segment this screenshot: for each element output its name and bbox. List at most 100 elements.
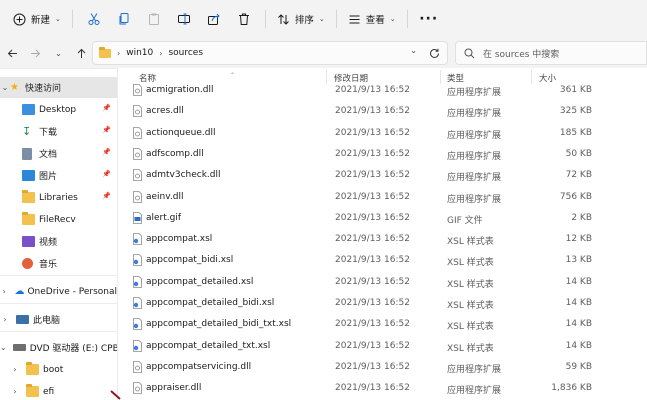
star-icon: ★ <box>10 82 19 93</box>
file-size: 13 KB <box>565 255 592 266</box>
sidebar-item-videos[interactable]: 视频 <box>0 231 117 252</box>
search-placeholder: 在 sources 中搜索 <box>483 49 560 60</box>
dll-icon <box>132 126 143 139</box>
file-row[interactable]: appcompat_bidi.xsl 2021/9/13 16:52 XSL 样式表… <box>118 250 647 271</box>
chevron-right-icon[interactable]: › <box>0 287 8 296</box>
file-size: 14 KB <box>565 340 592 351</box>
copy-button[interactable] <box>109 6 139 32</box>
breadcrumb-sources[interactable]: sources <box>168 48 203 58</box>
desktop-folder-icon <box>22 104 35 115</box>
chevron-right-icon[interactable]: › <box>10 387 20 396</box>
file-row[interactable]: appcompatservicing.dll 2021/9/13 16:52 应用程… <box>118 357 647 378</box>
back-button[interactable] <box>1 41 24 65</box>
sidebar-item-label: 下载 <box>39 128 58 138</box>
pin-icon: 📌 <box>102 148 111 156</box>
file-row[interactable]: appcompat_detailed.xsl 2021/9/13 16:52 XSL… <box>118 272 647 293</box>
up-button[interactable] <box>70 41 93 65</box>
view-button[interactable]: 查看 ⌄ <box>343 6 401 32</box>
sidebar-item-filerecv[interactable]: FileRecv <box>0 209 117 230</box>
chevron-down-icon: ⌄ <box>55 15 61 23</box>
sidebar-item-label: boot <box>43 364 64 375</box>
dll-icon <box>132 147 143 160</box>
paste-button[interactable] <box>139 6 169 32</box>
sidebar-item-music[interactable]: 音乐 <box>0 253 117 274</box>
address-history-chevron-icon[interactable]: ⌄ <box>410 46 417 55</box>
file-row[interactable]: appcompat_detailed_txt.xsl 2021/9/13 16:5… <box>118 336 647 357</box>
file-name: acres.dll <box>146 106 184 117</box>
sidebar-item-documents[interactable]: 文档 📌 <box>0 143 117 164</box>
download-icon: ↧ <box>22 125 32 138</box>
sidebar-item-boot[interactable]: › boot <box>0 359 117 380</box>
delete-button[interactable] <box>229 6 259 32</box>
search-input[interactable]: 在 sources 中搜索 <box>455 41 647 65</box>
dll-icon <box>132 105 143 118</box>
file-name: alert.gif <box>146 212 182 223</box>
file-row[interactable]: admtv3check.dll 2021/9/13 16:52 应用程序扩展 72 K… <box>118 165 647 186</box>
refresh-button[interactable] <box>426 45 442 61</box>
sort-button[interactable]: 排序 ⌄ <box>272 6 330 32</box>
file-name: appcompatservicing.dll <box>146 361 252 372</box>
file-size: 756 KB <box>559 191 592 202</box>
folder-icon <box>22 212 35 225</box>
sidebar-item-libraries[interactable]: Libraries 📌 <box>0 187 117 208</box>
file-type: 应用程序扩展 <box>447 386 502 397</box>
breadcrumb-win10[interactable]: win10 <box>126 48 153 58</box>
sidebar-item-onedrive[interactable]: › ☁ OneDrive - Personal <box>0 281 117 302</box>
file-name: actionqueue.dll <box>146 127 216 138</box>
folder-icon <box>26 384 39 397</box>
file-row[interactable]: appcompat_detailed_bidi_txt.xsl 2021/9/13… <box>118 314 647 335</box>
more-options-button[interactable]: ··· <box>414 6 444 32</box>
sidebar-divider <box>0 275 117 276</box>
dll-icon <box>132 190 143 203</box>
toolbar-divider <box>406 10 408 28</box>
share-button[interactable] <box>199 6 229 32</box>
recent-locations-button[interactable]: ⌄ <box>47 41 70 65</box>
file-row[interactable]: acres.dll 2021/9/13 16:52 应用程序扩展 325 KB <box>118 101 647 122</box>
plus-circle-icon <box>13 13 26 25</box>
sidebar-item-dvd-drive[interactable]: ⌄ DVD 驱动器 (E:) CPBA <box>0 337 117 358</box>
new-button[interactable]: 新建 ⌄ <box>8 6 66 32</box>
address-bar[interactable]: › win10 › sources ⌄ <box>92 41 448 65</box>
sidebar-item-desktop[interactable]: Desktop 📌 <box>0 99 117 120</box>
file-name: appcompat_detailed_bidi.xsl <box>146 298 275 308</box>
file-date: 2021/9/13 16:52 <box>335 234 410 245</box>
folder-icon <box>99 46 111 58</box>
refresh-icon <box>429 48 439 58</box>
file-row[interactable]: acmigration.dll 2021/9/13 16:52 应用程序扩展 361 … <box>118 80 647 101</box>
file-row[interactable]: appraiser.dll 2021/9/13 16:52 应用程序扩展 1,836 … <box>118 378 647 399</box>
arrow-right-icon <box>31 49 41 57</box>
file-row[interactable]: adfscomp.dll 2021/9/13 16:52 应用程序扩展 50 KB <box>118 144 647 165</box>
file-name: appraiser.dll <box>146 383 202 394</box>
file-date: 2021/9/13 16:52 <box>335 361 410 372</box>
file-name: admtv3check.dll <box>146 170 221 181</box>
cut-button[interactable] <box>79 6 109 32</box>
file-type: 应用程序扩展 <box>447 173 502 184</box>
dvd-drive-icon <box>12 344 26 351</box>
chevron-right-icon[interactable]: › <box>0 315 10 324</box>
sidebar-item-this-pc[interactable]: › 此电脑 <box>0 309 117 330</box>
sidebar-item-pictures[interactable]: 图片 📌 <box>0 165 117 186</box>
file-date: 2021/9/13 16:52 <box>335 212 410 223</box>
file-row[interactable]: alert.gif 2021/9/13 16:52 GIF 文件 2 KB <box>118 208 647 229</box>
rename-button[interactable] <box>169 6 199 32</box>
file-row[interactable]: aeinv.dll 2021/9/13 16:52 应用程序扩展 756 KB <box>118 187 647 208</box>
file-size: 2 KB <box>571 212 592 223</box>
sidebar-item-efi[interactable]: › efi <box>0 381 117 400</box>
file-row[interactable]: actionqueue.dll 2021/9/13 16:52 应用程序扩展 185 … <box>118 123 647 144</box>
file-row[interactable]: appcompat.xsl 2021/9/13 16:52 XSL 样式表 12 KB <box>118 229 647 250</box>
toolbar-divider <box>335 10 337 28</box>
sidebar-item-label: FileRecv <box>39 214 76 225</box>
toolbar-divider <box>264 10 266 28</box>
file-name: appcompat.xsl <box>146 234 213 245</box>
chevron-down-icon[interactable]: ⌄ <box>0 83 10 92</box>
sidebar-item-downloads[interactable]: ↧ 下载 📌 <box>0 121 117 142</box>
chevron-right-icon[interactable]: › <box>10 365 20 374</box>
chevron-down-icon[interactable]: ⌄ <box>0 343 7 352</box>
forward-button[interactable] <box>24 41 47 65</box>
chevron-down-icon: ⌄ <box>318 15 325 23</box>
file-row[interactable]: appcompat_detailed_bidi.xsl 2021/9/13 16:… <box>118 293 647 314</box>
xsl-icon <box>132 318 143 331</box>
sidebar-item-quick-access[interactable]: ⌄ ★ 快速访问 <box>0 77 117 98</box>
sidebar-item-label: Desktop <box>39 104 77 115</box>
file-type: XSL 样式表 <box>447 301 494 311</box>
